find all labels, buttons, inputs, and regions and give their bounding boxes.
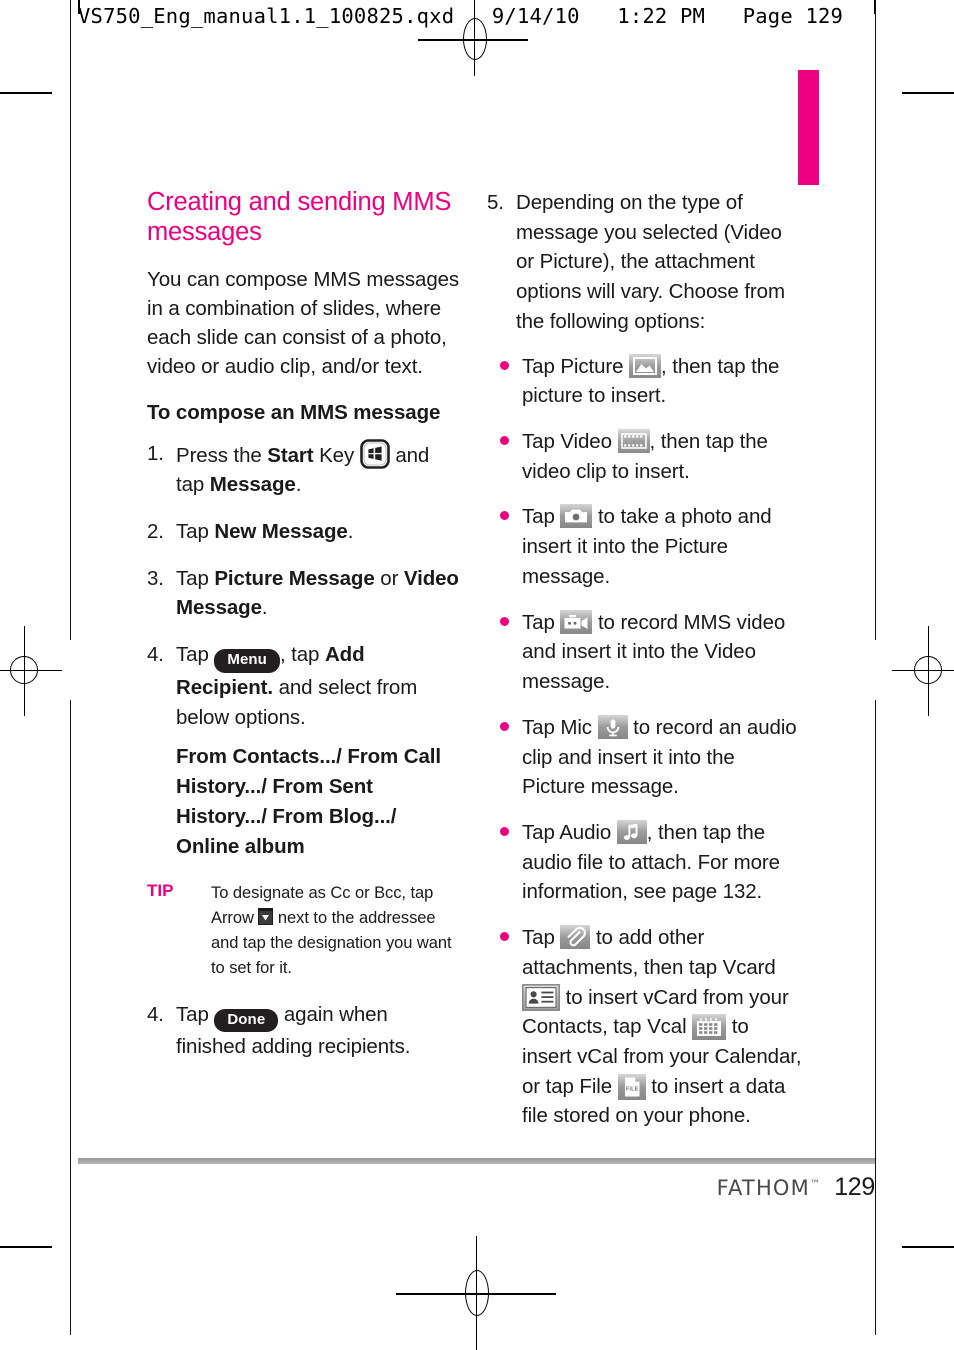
list-item: Tap Mic to record an audio clip and inse… (487, 713, 802, 802)
paperclip-icon (560, 925, 591, 950)
subheading-compose-mms: To compose an MMS message (147, 400, 441, 424)
file-icon: FILE (617, 1073, 646, 1100)
list-item: Tap to add other attachments, then tap V… (487, 923, 802, 1131)
step-text: . (295, 473, 302, 497)
bullet-text: Tap Mic (522, 715, 598, 739)
registration-mark-left (0, 626, 62, 716)
step-text: Tap (176, 643, 215, 667)
step-number: 1. (147, 441, 164, 465)
intro-paragraph: You can compose MMS messages in a combin… (147, 268, 460, 379)
brand-name: FATHOM (716, 1176, 810, 1200)
svg-text:FILE: FILE (625, 1086, 638, 1092)
step-text: Tap (176, 566, 215, 590)
crop-mark-bottom-right-h (902, 1246, 954, 1248)
list-item: Tap Picture , then tap the picture to in… (487, 352, 802, 411)
step-text: Depending on the type of message you sel… (516, 191, 785, 333)
step-text: , tap (279, 643, 325, 667)
compose-steps-list: 1. Press the Start Key and tap Message. 2… (147, 438, 462, 733)
step5-list: 5. Depending on the type of message you s… (487, 188, 802, 337)
bullet-text: Tap Audio (522, 820, 617, 844)
attachment-options-list: Tap Picture , then tap the picture to in… (487, 352, 802, 1132)
step-number: 5. (487, 191, 504, 214)
video-icon (617, 429, 650, 454)
registration-mark-bottom (396, 1236, 556, 1350)
calendar-icon (692, 1014, 727, 1041)
tip-box: TIP To designate as Cc or Bcc, tap Arrow… (147, 881, 462, 981)
crop-mark-top-left-h (0, 92, 52, 94)
step-bold-message: Message (209, 473, 296, 497)
step-number: 4. (147, 1002, 164, 1026)
list-item: 4. Tap Menu, tap Add Recipient. and selec… (147, 640, 462, 732)
crop-mark-top-left-v (78, 0, 80, 14)
arrow-down-icon (258, 908, 274, 927)
microphone-icon (597, 714, 628, 739)
page-footer: FATHOM™ 129 (717, 1173, 876, 1202)
page-number: 129 (834, 1173, 875, 1201)
trademark-symbol: ™ (809, 1179, 822, 1190)
tip-label: TIP (147, 881, 174, 901)
bullet-text: Tap Video (522, 430, 618, 454)
list-item: 5. Depending on the type of message you s… (487, 188, 802, 337)
list-item: 1. Press the Start Key and tap Message. (147, 438, 462, 500)
step-bold-picture-message: Picture Message (214, 566, 375, 590)
done-softkey-chip[interactable]: Done (214, 1008, 279, 1033)
brand-logo: FATHOM™ (717, 1176, 822, 1200)
step-number: 2. (147, 520, 164, 544)
step-text: Tap (176, 1002, 215, 1026)
music-note-icon (616, 819, 647, 844)
page-edge-rule-right-lower (875, 700, 876, 1335)
bullet-text: Tap (522, 610, 561, 634)
registration-mark-top (418, 0, 528, 76)
camcorder-icon (560, 609, 593, 634)
right-column: 5. Depending on the type of message you s… (487, 188, 802, 1147)
registration-mark-right (892, 626, 954, 716)
vcard-icon (522, 983, 560, 1011)
step-bold-new-message: New Message (214, 520, 348, 544)
tip-body: To designate as Cc or Bcc, tap Arrow nex… (211, 884, 452, 977)
bullet-text: Tap (522, 926, 561, 950)
list-item: 3. Tap Picture Message or Video Message. (147, 564, 462, 623)
start-key-icon (359, 438, 390, 469)
page-title: Creating and sending MMS messages (147, 188, 452, 246)
list-item: Tap to take a photo and insert it into t… (487, 502, 802, 591)
step-text: or (374, 566, 404, 590)
bullet-text: Tap Picture (522, 354, 630, 378)
list-item: Tap Audio , then tap the audio file to a… (487, 818, 802, 907)
camera-icon (560, 504, 593, 529)
left-column: Creating and sending MMS messages You ca… (147, 188, 462, 1079)
list-item: 2. Tap New Message. (147, 517, 462, 547)
crop-mark-bottom-left-h (0, 1246, 52, 1248)
page-edge-rule-left-lower (70, 700, 71, 1335)
picture-icon (629, 353, 662, 378)
step-number: 4. (147, 643, 164, 667)
list-item: 4. Tap Done again when finished adding re… (147, 1000, 462, 1062)
step-text: Key (313, 443, 360, 467)
bullet-text: Tap (522, 505, 561, 529)
chapter-thumb-tab (798, 70, 819, 185)
footer-rule (78, 1158, 875, 1164)
page-edge-rule-right (875, 0, 876, 640)
step-text: . (347, 520, 354, 544)
list-item: Tap Video , then tap the video clip to i… (487, 427, 802, 486)
step-text: Tap (176, 520, 215, 544)
list-item: Tap to record MMS video and insert it in… (487, 608, 802, 697)
menu-softkey-chip[interactable]: Menu (214, 649, 280, 673)
step-bold-start: Start (267, 443, 314, 467)
crop-mark-top-right-h (902, 92, 954, 94)
step-number: 3. (147, 566, 164, 590)
final-step-list: 4. Tap Done again when finished adding re… (147, 1000, 462, 1062)
page-edge-rule-left (70, 0, 71, 640)
step-text: . (261, 596, 268, 620)
step-text: Press the (176, 443, 268, 467)
recipient-options-text: From Contacts.../ From Call History.../ … (176, 745, 441, 858)
